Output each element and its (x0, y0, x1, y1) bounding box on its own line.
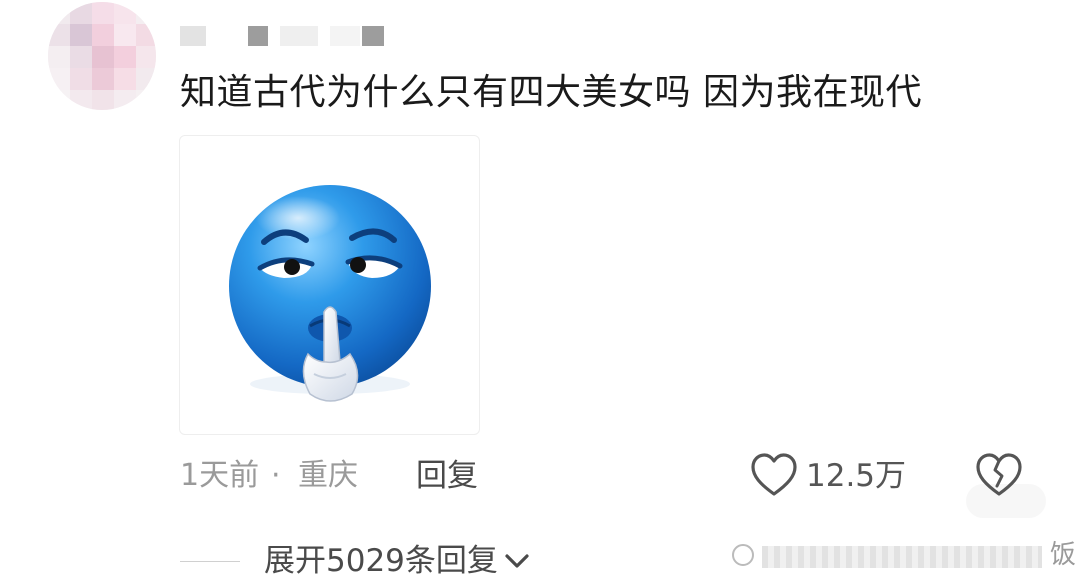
comment-image[interactable] (179, 135, 480, 435)
avatar[interactable] (48, 2, 156, 110)
comment-time: 1天前 (180, 458, 260, 493)
reply-button[interactable]: 回复 (416, 456, 478, 496)
username[interactable] (180, 26, 385, 46)
heart-icon[interactable] (750, 452, 798, 498)
expand-replies-button[interactable]: 展开5029条回复 (264, 540, 530, 582)
meta-separator: · (271, 458, 281, 493)
expand-divider (180, 561, 240, 562)
watermark-blurred-text (762, 546, 1042, 568)
watermark: 饭 (732, 536, 1080, 576)
expand-replies-label: 展开5029条回复 (264, 543, 498, 579)
chevron-down-icon (505, 554, 529, 568)
watermark-logo-icon (732, 544, 754, 566)
comment-location: 重庆 (298, 458, 358, 493)
broken-heart-icon[interactable] (975, 452, 1023, 498)
like-count: 12.5万 (806, 458, 907, 494)
comment-view: 知道古代为什么只有四大美女吗 因为我在现代 1天前 · 重庆 回复 12.5万 … (0, 0, 1080, 585)
shush-emoji-icon (229, 185, 431, 402)
comment-text: 知道古代为什么只有四大美女吗 因为我在现代 (180, 72, 922, 113)
watermark-char: 饭 (1050, 540, 1077, 570)
